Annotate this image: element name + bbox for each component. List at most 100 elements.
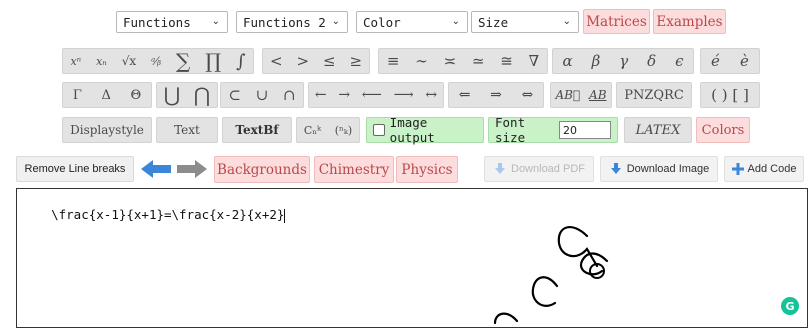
asymp-button[interactable]: ≍ xyxy=(444,52,457,70)
Leftarrow-button[interactable]: ⇐ xyxy=(459,87,471,103)
bigcap-button[interactable]: ⋂ xyxy=(194,83,210,107)
less-equal-button[interactable]: ≤ xyxy=(323,52,336,70)
image-output-checkbox[interactable] xyxy=(373,124,385,136)
fraction-symbol-button[interactable]: ᵃ⁄ᵦ xyxy=(151,55,161,68)
displaystyle-button[interactable]: Displaystyle xyxy=(62,117,152,143)
colors-label: Colors xyxy=(701,122,745,138)
underline-button[interactable]: AB xyxy=(589,88,606,102)
size-select-value: Size xyxy=(478,14,509,30)
chevron-down-icon: ⌄ xyxy=(562,16,571,27)
greater-equal-button[interactable]: ≥ xyxy=(349,52,362,70)
watermark-graphic xyxy=(493,226,609,325)
Leftrightarrow-button[interactable]: ⇔ xyxy=(521,87,533,103)
latex-button[interactable]: LATEX xyxy=(624,117,692,143)
download-icon xyxy=(493,162,507,176)
size-select[interactable]: Size ⌄ xyxy=(471,11,579,33)
subset-button[interactable]: ⊂ xyxy=(228,86,241,104)
redo-arrow-icon[interactable] xyxy=(176,158,208,180)
add-code-button[interactable]: Add Code xyxy=(724,156,804,182)
longleftarrow-button[interactable]: ⟵ xyxy=(362,87,382,103)
integral-symbol-button[interactable]: ∫ xyxy=(236,51,245,72)
cup-button[interactable]: ∪ xyxy=(256,86,269,104)
bigcup-button[interactable]: ⋃ xyxy=(164,83,180,107)
add-code-label: Add Code xyxy=(747,163,797,175)
rightarrow-button[interactable]: → xyxy=(338,87,350,103)
e-acute-button[interactable]: é xyxy=(711,52,720,70)
matrices-button[interactable]: Matrices xyxy=(583,9,650,34)
symbol-group-operators: xⁿ xₙ √x ᵃ⁄ᵦ ∑ ∏ ∫ xyxy=(62,48,254,74)
chimestry-label: Chimestry xyxy=(318,161,390,178)
Theta-button[interactable]: Θ xyxy=(130,88,141,103)
leftrightarrow-button[interactable]: ↔ xyxy=(425,87,437,103)
image-output-toggle[interactable]: Image output xyxy=(366,115,484,145)
functions-select-value: Functions xyxy=(123,14,191,30)
colors-button[interactable]: Colors xyxy=(696,117,750,143)
physics-button[interactable]: Physics xyxy=(396,156,458,183)
Delta-button[interactable]: Δ xyxy=(101,88,110,103)
number-sets-button[interactable]: PNZQRC xyxy=(616,82,692,108)
combination-button[interactable]: Cₙᵏ xyxy=(304,124,321,137)
Rightarrow-button[interactable]: ⇒ xyxy=(490,87,502,103)
backgrounds-button[interactable]: Backgrounds xyxy=(214,156,310,183)
physics-label: Physics xyxy=(401,161,453,178)
color-select[interactable]: Color ⌄ xyxy=(356,11,468,33)
sum-symbol-button[interactable]: ∑ xyxy=(176,49,190,73)
nabla-button[interactable]: ∇ xyxy=(529,52,539,70)
leftarrow-button[interactable]: ← xyxy=(315,87,327,103)
longrightarrow-button[interactable]: ⟶ xyxy=(394,87,414,103)
subscript-symbol-button[interactable]: xₙ xyxy=(96,55,107,68)
gamma-button[interactable]: γ xyxy=(619,52,628,70)
symbol-group-greek-upper: Γ Δ Θ xyxy=(62,82,152,108)
symbol-group-relations: ≡ ∼ ≍ ≃ ≅ ∇ xyxy=(378,48,548,74)
examples-button[interactable]: Examples xyxy=(653,9,726,34)
binomial-button[interactable]: (ⁿₖ) xyxy=(335,124,352,137)
sqrt-symbol-button[interactable]: √x xyxy=(122,54,136,68)
undo-arrow-icon[interactable] xyxy=(140,158,172,180)
sim-button[interactable]: ∼ xyxy=(415,52,428,70)
text-button[interactable]: Text xyxy=(156,117,218,143)
cap-button[interactable]: ∩ xyxy=(283,86,296,104)
download-pdf-button[interactable]: Download PDF xyxy=(484,156,594,182)
symbol-group-arrows: ← → ⟵ ⟶ ↔ xyxy=(308,82,444,108)
image-output-label: Image output xyxy=(389,115,435,145)
delta-button[interactable]: δ xyxy=(647,52,656,70)
less-than-button[interactable]: < xyxy=(270,52,283,70)
chimestry-button[interactable]: Chimestry xyxy=(314,156,394,183)
alpha-button[interactable]: α xyxy=(562,52,572,70)
greater-than-button[interactable]: > xyxy=(296,52,309,70)
latex-logo: LATEX xyxy=(635,122,681,138)
textbf-button[interactable]: TextBf xyxy=(222,117,292,143)
font-size-label: Font size xyxy=(495,115,526,145)
font-size-group: Font size 20 xyxy=(488,115,618,145)
font-size-value: 20 xyxy=(562,123,577,137)
editor-code-line: \frac{x-1}{x+1}=\frac{x-2}{x+2} xyxy=(21,192,286,238)
functions-select[interactable]: Functions ⌄ xyxy=(116,11,228,33)
download-image-button[interactable]: Download Image xyxy=(600,156,718,182)
cong-button[interactable]: ≅ xyxy=(500,52,513,70)
brackets-button[interactable]: ( ) [ ] xyxy=(700,82,760,108)
Gamma-button[interactable]: Γ xyxy=(73,88,82,103)
chevron-down-icon: ⌄ xyxy=(331,16,340,27)
font-size-input[interactable]: 20 xyxy=(558,121,611,139)
equiv-button[interactable]: ≡ xyxy=(387,52,400,70)
vector-button[interactable]: AB⃗ xyxy=(555,88,580,102)
symbol-group-double-arrows: ⇐ ⇒ ⇔ xyxy=(448,82,544,108)
download-pdf-label: Download PDF xyxy=(511,163,585,175)
symbol-group-vectors: AB⃗ AB xyxy=(550,82,612,108)
symbol-group-sets: ⊂ ∪ ∩ xyxy=(220,82,304,108)
power-symbol-button[interactable]: xⁿ xyxy=(70,55,81,68)
epsilon-button[interactable]: ϵ xyxy=(675,52,683,70)
editor-code-text: \frac{x-1}{x+1}=\frac{x-2}{x+2} xyxy=(51,207,285,222)
latex-code-editor[interactable]: \frac{x-1}{x+1}=\frac{x-2}{x+2} G xyxy=(16,188,808,328)
remove-line-breaks-button[interactable]: Remove Line breaks xyxy=(16,156,134,182)
simeq-button[interactable]: ≃ xyxy=(472,52,485,70)
e-grave-button[interactable]: è xyxy=(740,52,749,70)
beta-button[interactable]: β xyxy=(592,52,601,70)
product-symbol-button[interactable]: ∏ xyxy=(205,49,221,73)
download-icon xyxy=(609,162,623,176)
textbf-label: TextBf xyxy=(235,123,279,137)
functions2-select[interactable]: Functions 2 ⌄ xyxy=(236,11,348,33)
backgrounds-label: Backgrounds xyxy=(217,161,307,178)
grammarly-icon[interactable]: G xyxy=(781,297,799,315)
color-select-value: Color xyxy=(363,14,401,30)
